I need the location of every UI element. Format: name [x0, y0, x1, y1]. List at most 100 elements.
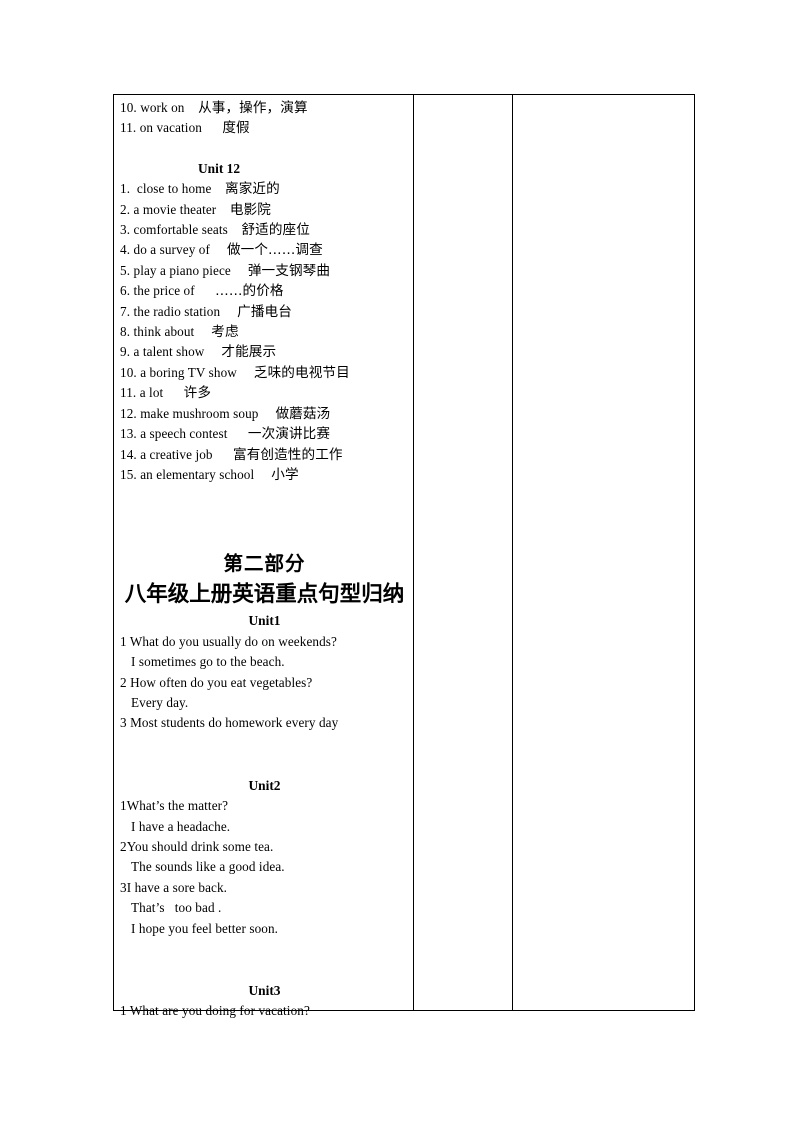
vocab-gap	[254, 467, 271, 482]
vocab-cn: 舒适的座位	[241, 222, 310, 239]
vocab-item: 15. an elementary school 小学	[120, 465, 409, 485]
vocab-item: 2. a movie theater 电影院	[120, 200, 409, 220]
sentence-line: 3I have a sore back.	[120, 879, 228, 895]
vocab-cn: 从事，操作，演算	[198, 100, 308, 116]
sentence-line: 2 How often do you eat vegetables?	[120, 674, 313, 690]
vocab-item: 1. close to home 离家近的	[120, 179, 409, 199]
vocab-item: 9. a talent show 才能展示	[120, 342, 409, 362]
vocab-cn: 一次演讲比赛	[247, 426, 331, 443]
unit-1-heading: Unit1	[248, 613, 281, 629]
unit-3-heading: Unit3	[248, 983, 281, 998]
sentence-line: 1 What are you doing for vacation?	[120, 1003, 310, 1019]
sentence-line: 2You should drink some tea.	[120, 838, 274, 854]
vocab-num: 10.	[120, 364, 137, 380]
vocab-cn: 弹一支钢琴曲	[247, 262, 331, 279]
vocab-cn: 离家近的	[225, 181, 280, 198]
vocab-num: 3.	[120, 222, 131, 238]
part-two-label: 第二部分	[223, 552, 306, 576]
vocab-num: 2.	[120, 201, 131, 217]
vocab-en: a creative job	[140, 446, 213, 462]
vocab-en: close to home	[133, 181, 212, 197]
vocab-num: 6.	[120, 283, 131, 299]
unit-2-heading: Unit2	[248, 777, 281, 793]
sentence-line: I sometimes go to the beach.	[131, 654, 285, 670]
vocab-item: 10. a boring TV show 乏味的电视节目	[120, 363, 409, 383]
vocab-num: 11.	[120, 120, 137, 136]
vocab-gap	[163, 385, 183, 400]
vocab-gap	[237, 365, 254, 380]
vocab-gap	[210, 242, 227, 257]
vocab-en: an elementary school	[140, 466, 255, 482]
vocab-item: 12. make mushroom soup 做蘑菇汤	[120, 404, 409, 424]
content-column: 10. work on 从事，操作，演算 11. on vacation 度假 …	[114, 95, 414, 1018]
sentence-line: I have a headache.	[131, 818, 231, 834]
vocab-num: 10.	[120, 100, 137, 115]
unit-3-sentence-list: 1 What are you doing for vacation?	[120, 1001, 409, 1021]
vocab-item: 4. do a survey of 做一个……调查	[120, 240, 409, 260]
vocab-cn: 乏味的电视节目	[253, 364, 350, 381]
vocab-item: 10. work on 从事，操作，演算	[120, 98, 409, 118]
vocab-en: a talent show	[133, 344, 205, 360]
vocab-cn: 才能展示	[221, 344, 277, 361]
vocab-en: the price of	[133, 283, 195, 299]
vocab-gap	[204, 344, 221, 359]
vocab-item: 5. play a piano piece 弹一支钢琴曲	[120, 261, 409, 281]
vocab-cn: ……的价格	[215, 283, 284, 300]
vocab-num: 1.	[120, 181, 131, 197]
vocab-continued-list: 10. work on 从事，操作，演算 11. on vacation 度假	[120, 98, 409, 139]
vocab-en: on vacation	[139, 120, 202, 136]
vocab-cn: 小学	[271, 466, 299, 483]
sentence-line: 1What’s the matter?	[120, 798, 229, 814]
vocab-gap	[202, 120, 222, 135]
vocab-gap	[231, 263, 248, 278]
vocab-num: 5.	[120, 262, 131, 278]
sentence-line: That’s too bad .	[131, 900, 222, 916]
vocab-gap	[195, 283, 215, 298]
vocab-cn: 度假	[222, 120, 250, 137]
vocab-item: 13. a speech contest 一次演讲比赛	[120, 424, 409, 444]
sentence-line: Every day.	[131, 694, 189, 710]
sentence-line: 3 Most students do homework every day	[120, 715, 339, 731]
vocab-gap	[216, 202, 230, 217]
sentence-line: The sounds like a good idea.	[131, 859, 285, 875]
middle-column	[414, 95, 513, 1010]
vocab-en: comfortable seats	[133, 222, 228, 238]
vocab-num: 11.	[120, 385, 137, 401]
vocab-num: 8.	[120, 324, 131, 340]
content-table: 10. work on 从事，操作，演算 11. on vacation 度假 …	[113, 94, 695, 1018]
vocab-item: 8. think about 考虑	[120, 322, 409, 342]
vocab-item: 14. a creative job 富有创造性的工作	[120, 445, 409, 465]
vocab-num: 7.	[120, 303, 131, 319]
vocab-gap	[194, 324, 211, 339]
unit-12-vocab-list: 1. close to home 离家近的 2. a movie theater…	[120, 179, 409, 485]
vocab-gap	[258, 406, 275, 421]
vocab-en: the radio station	[133, 303, 221, 319]
vocab-item: 6. the price of ……的价格	[120, 281, 409, 301]
vocab-en: play a piano piece	[133, 262, 231, 278]
vocab-en: a speech contest	[140, 426, 228, 442]
vocab-num: 15.	[120, 466, 137, 482]
vocab-gap	[211, 181, 225, 196]
vocab-gap	[227, 426, 247, 441]
vocab-cn: 电影院	[229, 201, 271, 218]
vocab-item: 7. the radio station 广播电台	[120, 302, 409, 322]
right-column	[513, 95, 694, 1010]
unit-2-sentence-list: 1What’s the matter? I have a headache. 2…	[120, 796, 409, 939]
part-two-title: 八年级上册英语重点句型归纳	[124, 582, 405, 608]
vocab-cn: 许多	[183, 385, 212, 402]
vocab-item: 3. comfortable seats 舒适的座位	[120, 220, 409, 240]
vocab-gap	[228, 222, 242, 237]
unit-1-sentence-list: 1 What do you usually do on weekends? I …	[120, 632, 409, 734]
vocab-en: make mushroom soup	[140, 405, 259, 421]
vocab-en: work on	[140, 100, 185, 115]
vocab-cn: 做蘑菇汤	[275, 405, 331, 422]
unit-12-heading: Unit 12	[198, 160, 241, 176]
vocab-item: 11. on vacation 度假	[120, 118, 409, 138]
vocab-num: 14.	[120, 446, 137, 462]
vocab-num: 9.	[120, 344, 131, 360]
vocab-cn: 考虑	[211, 324, 239, 341]
sentence-line: 1 What do you usually do on weekends?	[120, 633, 337, 649]
vocab-cn: 富有创造性的工作	[233, 446, 343, 463]
